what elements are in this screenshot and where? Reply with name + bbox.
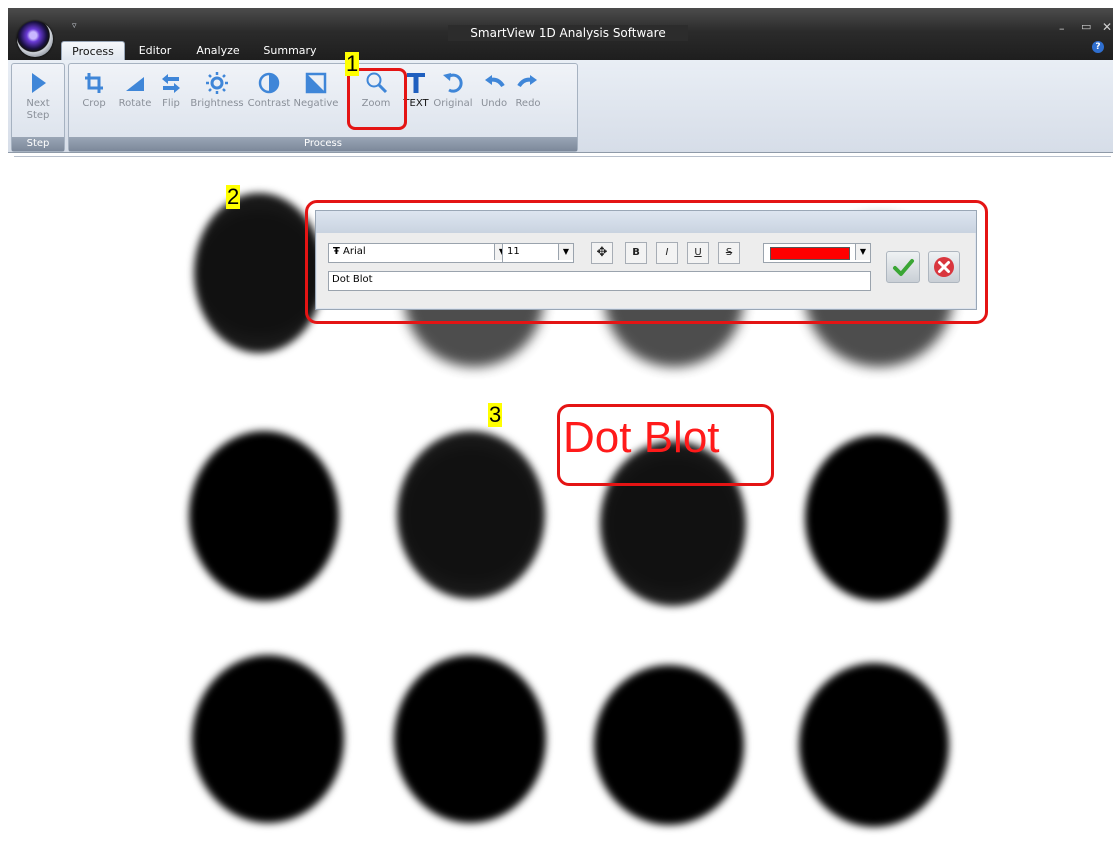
undo-label: Undo bbox=[480, 98, 508, 109]
ribbon-group-label-process: Process bbox=[69, 137, 577, 151]
blot-dot bbox=[189, 431, 339, 601]
flip-label: Flip bbox=[162, 98, 180, 109]
blot-dot bbox=[799, 663, 949, 827]
redo-icon bbox=[517, 75, 537, 88]
window-title: SmartView 1D Analysis Software bbox=[448, 25, 688, 41]
help-icon[interactable]: ? bbox=[1092, 41, 1104, 53]
rotate-button[interactable]: Rotate bbox=[117, 70, 153, 126]
tab-analyze[interactable]: Analyze bbox=[190, 41, 246, 60]
tab-process[interactable]: Process bbox=[61, 41, 125, 61]
flip-button[interactable]: Flip bbox=[157, 70, 185, 126]
play-icon bbox=[32, 73, 46, 93]
callout-text-dialog bbox=[305, 200, 988, 324]
flip-icon bbox=[162, 74, 180, 93]
original-button[interactable]: Original bbox=[431, 70, 475, 126]
blot-dot bbox=[192, 655, 344, 823]
quick-access-menu-icon[interactable]: ▿ bbox=[72, 21, 77, 31]
next-step-label: Next Step bbox=[26, 98, 50, 121]
tab-summary[interactable]: Summary bbox=[258, 41, 322, 60]
close-button[interactable]: ✕ bbox=[1102, 20, 1112, 34]
ribbon-group-process: Crop Rotate Flip Brightness Contrast Neg… bbox=[68, 63, 578, 152]
brightness-label: Brightness bbox=[190, 98, 244, 109]
tab-editor[interactable]: Editor bbox=[130, 41, 180, 60]
contrast-icon bbox=[258, 72, 280, 94]
blot-dot bbox=[594, 665, 744, 825]
maximize-button[interactable]: ▭ bbox=[1081, 20, 1091, 33]
undo-button[interactable]: Undo bbox=[479, 70, 509, 126]
app-window: ▿ SmartView 1D Analysis Software – ▭ ✕ ?… bbox=[0, 0, 1113, 858]
brightness-icon bbox=[206, 72, 228, 94]
rotate-icon bbox=[126, 77, 144, 91]
callout-zoom bbox=[347, 68, 407, 130]
ribbon-group-label-step: Step bbox=[12, 137, 64, 151]
crop-button[interactable]: Crop bbox=[79, 70, 109, 126]
callout-overlay-text bbox=[557, 404, 774, 486]
step-marker-3: 3 bbox=[488, 402, 503, 427]
negative-icon bbox=[305, 72, 327, 94]
original-icon bbox=[443, 73, 463, 93]
ribbon-group-step: Next Step Step bbox=[11, 63, 65, 152]
contrast-label: Contrast bbox=[247, 98, 291, 109]
crop-icon bbox=[85, 73, 103, 93]
step-marker-1: 1 bbox=[345, 51, 360, 76]
app-logo-icon[interactable] bbox=[17, 21, 53, 57]
blot-dot bbox=[394, 655, 546, 823]
step-marker-2: 2 bbox=[226, 184, 241, 209]
brightness-button[interactable]: Brightness bbox=[189, 70, 245, 126]
minimize-button[interactable]: – bbox=[1059, 22, 1065, 35]
blot-dot bbox=[805, 435, 949, 601]
redo-label: Redo bbox=[515, 98, 541, 109]
ribbon: Next Step Step Crop Rotate Flip Brightne… bbox=[8, 60, 1113, 153]
redo-button[interactable]: Redo bbox=[513, 70, 543, 126]
undo-icon bbox=[485, 75, 505, 88]
rotate-label: Rotate bbox=[118, 98, 152, 109]
contrast-button[interactable]: Contrast bbox=[247, 70, 291, 126]
text-icon bbox=[407, 73, 425, 93]
crop-label: Crop bbox=[82, 98, 106, 109]
negative-button[interactable]: Negative bbox=[293, 70, 339, 126]
original-label: Original bbox=[433, 98, 473, 109]
negative-label: Negative bbox=[293, 98, 339, 109]
next-step-button[interactable]: Next Step bbox=[18, 70, 58, 126]
blot-dot bbox=[397, 431, 545, 599]
